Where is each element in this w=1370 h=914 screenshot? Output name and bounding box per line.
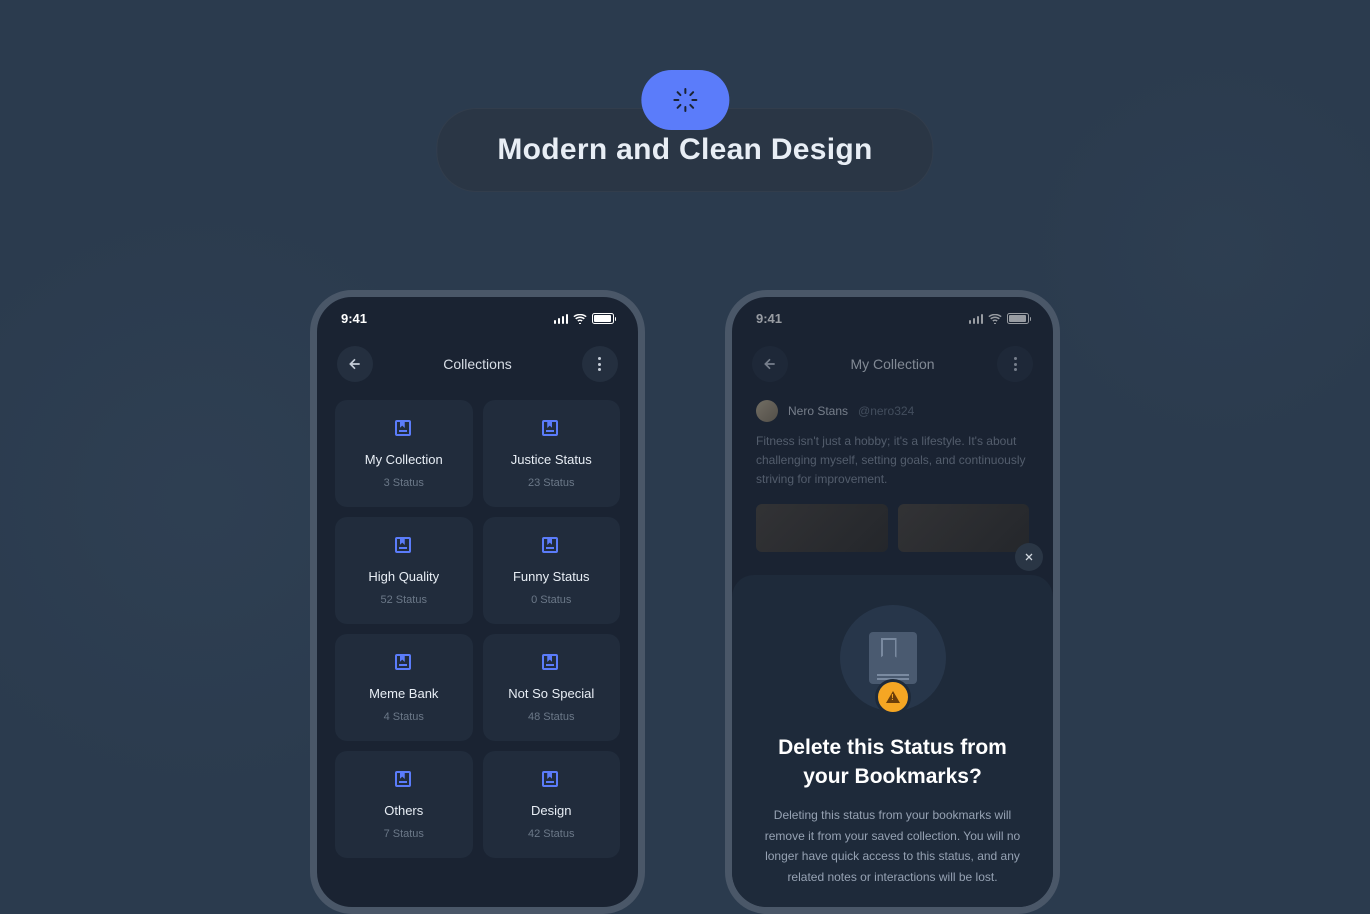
spinner-icon xyxy=(673,88,697,112)
collection-card[interactable]: Design 42 Status xyxy=(483,751,621,858)
post-image xyxy=(756,504,888,552)
wifi-icon xyxy=(573,314,587,324)
status-icons xyxy=(969,313,1030,324)
collection-card[interactable]: Meme Bank 4 Status xyxy=(335,634,473,741)
bookmark-icon xyxy=(869,632,917,684)
collection-card[interactable]: My Collection 3 Status xyxy=(335,400,473,507)
card-title: High Quality xyxy=(345,569,463,584)
nav-bar: My Collection xyxy=(732,334,1053,400)
book-icon xyxy=(395,537,411,553)
card-title: Design xyxy=(493,803,611,818)
battery-icon xyxy=(1007,313,1029,324)
card-title: Others xyxy=(345,803,463,818)
back-button[interactable] xyxy=(337,346,373,382)
header: Modern and Clean Design xyxy=(436,70,933,192)
badge-icon xyxy=(641,70,729,130)
nav-title: My Collection xyxy=(850,356,934,372)
collection-card[interactable]: Funny Status 0 Status xyxy=(483,517,621,624)
card-subtitle: 0 Status xyxy=(493,594,611,606)
signal-icon xyxy=(554,314,569,324)
arrow-left-icon xyxy=(762,356,778,372)
book-icon xyxy=(542,537,558,553)
post-images xyxy=(756,504,1029,552)
avatar xyxy=(756,400,778,422)
more-button[interactable] xyxy=(997,346,1033,382)
card-title: Meme Bank xyxy=(345,686,463,701)
close-icon xyxy=(1023,551,1035,563)
post-handle: @nero324 xyxy=(858,404,914,418)
book-icon xyxy=(542,420,558,436)
book-icon xyxy=(542,771,558,787)
status-bar: 9:41 xyxy=(732,297,1053,334)
card-title: Funny Status xyxy=(493,569,611,584)
back-button[interactable] xyxy=(752,346,788,382)
post-image xyxy=(898,504,1030,552)
nav-bar: Collections xyxy=(317,334,638,400)
modal-icon xyxy=(840,605,946,711)
card-subtitle: 3 Status xyxy=(345,477,463,489)
card-title: Justice Status xyxy=(493,452,611,467)
nav-title: Collections xyxy=(443,356,511,372)
book-icon xyxy=(395,654,411,670)
dots-vertical-icon xyxy=(598,357,601,371)
delete-modal: Delete this Status from your Bookmarks? … xyxy=(732,575,1053,907)
collection-card[interactable]: Not So Special 48 Status xyxy=(483,634,621,741)
book-icon xyxy=(542,654,558,670)
book-icon xyxy=(395,420,411,436)
wifi-icon xyxy=(988,314,1002,324)
status-time: 9:41 xyxy=(756,311,782,326)
phone-collections: 9:41 Collections My Collection 3 Status xyxy=(310,290,645,914)
battery-icon xyxy=(592,313,614,324)
warning-icon xyxy=(886,691,900,703)
modal-title: Delete this Status from your Bookmarks? xyxy=(756,733,1029,792)
status-time: 9:41 xyxy=(341,311,367,326)
card-subtitle: 52 Status xyxy=(345,594,463,606)
card-title: My Collection xyxy=(345,452,463,467)
card-subtitle: 4 Status xyxy=(345,711,463,723)
page-title: Modern and Clean Design xyxy=(497,133,872,167)
post-text: Fitness isn't just a hobby; it's a lifes… xyxy=(756,432,1029,490)
collection-card[interactable]: Justice Status 23 Status xyxy=(483,400,621,507)
post-author: Nero Stans xyxy=(788,404,848,418)
card-title: Not So Special xyxy=(493,686,611,701)
warning-badge xyxy=(875,679,911,715)
collections-grid: My Collection 3 Status Justice Status 23… xyxy=(317,400,638,858)
card-subtitle: 23 Status xyxy=(493,477,611,489)
collection-card[interactable]: Others 7 Status xyxy=(335,751,473,858)
modal-description: Deleting this status from your bookmarks… xyxy=(756,805,1029,887)
modal-close-button[interactable] xyxy=(1015,543,1043,571)
phone-delete-modal: 9:41 My Collection Nero Stans @nero324 F… xyxy=(725,290,1060,914)
card-subtitle: 48 Status xyxy=(493,711,611,723)
status-bar: 9:41 xyxy=(317,297,638,334)
dots-vertical-icon xyxy=(1014,357,1017,371)
card-subtitle: 42 Status xyxy=(493,828,611,840)
collection-card[interactable]: High Quality 52 Status xyxy=(335,517,473,624)
more-button[interactable] xyxy=(582,346,618,382)
book-icon xyxy=(395,771,411,787)
post: Nero Stans @nero324 Fitness isn't just a… xyxy=(732,400,1053,552)
card-subtitle: 7 Status xyxy=(345,828,463,840)
signal-icon xyxy=(969,314,984,324)
arrow-left-icon xyxy=(347,356,363,372)
status-icons xyxy=(554,313,615,324)
